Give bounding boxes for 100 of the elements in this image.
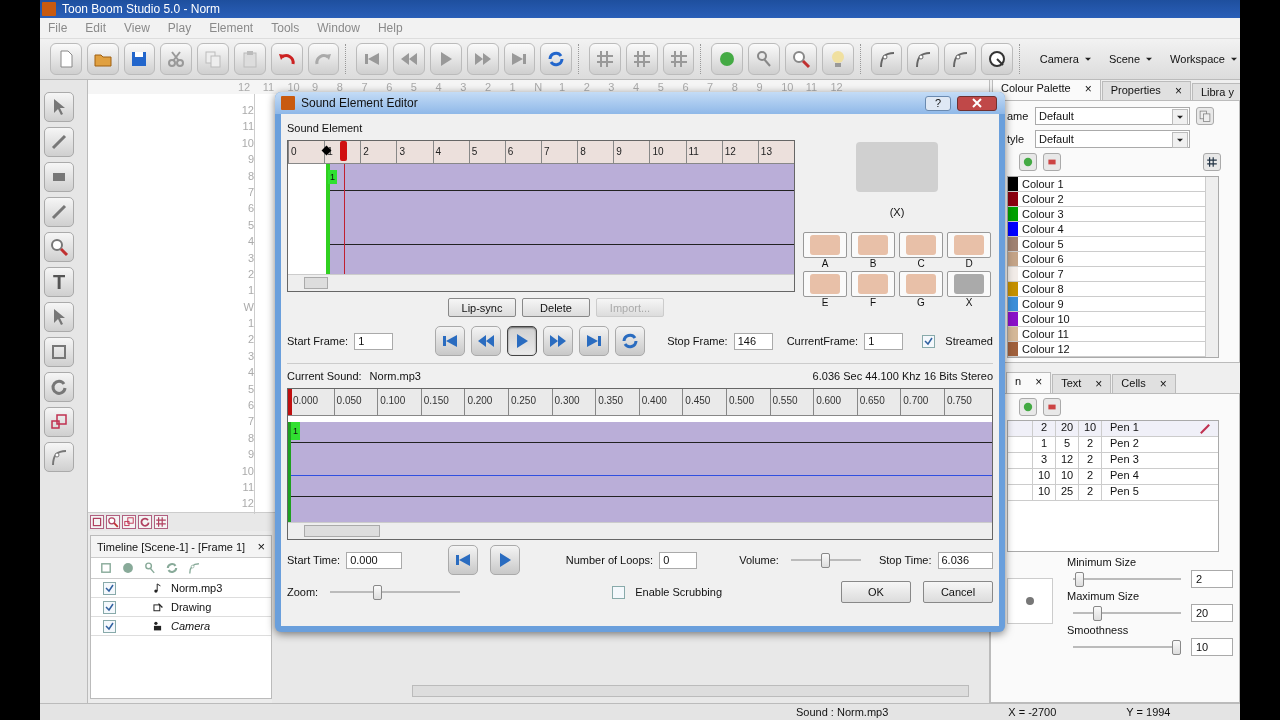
mouth-shape-button[interactable] bbox=[947, 271, 991, 297]
tool-button[interactable] bbox=[44, 197, 74, 227]
colour-item[interactable]: Colour 10 bbox=[1008, 312, 1205, 327]
input-field[interactable]: 1 bbox=[354, 332, 394, 350]
mouth-shape-button[interactable] bbox=[851, 271, 895, 297]
view-button[interactable] bbox=[90, 515, 104, 529]
transport-button[interactable] bbox=[507, 326, 538, 356]
tool-button[interactable] bbox=[44, 127, 74, 157]
mouth-shape-button[interactable] bbox=[803, 271, 847, 297]
layer-row[interactable]: Drawing bbox=[91, 598, 271, 617]
remove-button[interactable] bbox=[1043, 153, 1061, 171]
panel-tab[interactable]: Libra y bbox=[1191, 83, 1240, 100]
mouth-shape-button[interactable] bbox=[851, 232, 895, 258]
colour-item[interactable]: Colour 2 bbox=[1008, 192, 1205, 207]
colour-item[interactable]: Colour 5 bbox=[1008, 237, 1205, 252]
pen-row[interactable]: 3 12 2 Pen 3 bbox=[1008, 453, 1218, 469]
slider-thumb[interactable] bbox=[1172, 639, 1181, 655]
keyframe-marker[interactable]: 1 bbox=[291, 422, 300, 440]
view-button[interactable] bbox=[106, 515, 120, 529]
view-button[interactable] bbox=[154, 515, 168, 529]
add-button[interactable] bbox=[1019, 398, 1037, 416]
tool-button[interactable] bbox=[44, 442, 74, 472]
colour-item[interactable]: Colour 7 bbox=[1008, 267, 1205, 282]
pen-row[interactable]: 10 10 2 Pen 4 bbox=[1008, 469, 1218, 485]
remove-button[interactable] bbox=[1043, 398, 1061, 416]
dialog-button[interactable]: Delete bbox=[522, 298, 590, 317]
slider-thumb[interactable] bbox=[1092, 605, 1102, 621]
tool-button[interactable] bbox=[44, 232, 74, 262]
colour-item[interactable]: Colour 11 bbox=[1008, 327, 1205, 342]
colour-item[interactable]: Colour 4 bbox=[1008, 222, 1205, 237]
input-field[interactable]: 6.036 bbox=[937, 551, 993, 569]
colour-item[interactable]: Colour 12 bbox=[1008, 342, 1205, 357]
panel-tab[interactable]: n × bbox=[1006, 372, 1052, 393]
close-button[interactable]: × bbox=[257, 539, 265, 554]
scrollbar[interactable] bbox=[1205, 177, 1218, 357]
tool-button[interactable] bbox=[44, 407, 74, 437]
close-button[interactable] bbox=[957, 95, 997, 111]
colour-item[interactable]: Colour 1 bbox=[1008, 177, 1205, 192]
panel-tab[interactable]: Colour Palette × bbox=[992, 79, 1101, 100]
input-field[interactable]: 0 bbox=[659, 551, 698, 569]
input-field[interactable]: 1 bbox=[864, 332, 904, 350]
style-dropdown[interactable]: Default bbox=[1035, 130, 1190, 148]
tool-button[interactable] bbox=[44, 302, 74, 332]
mouth-shape-button[interactable] bbox=[803, 232, 847, 258]
transport-button[interactable] bbox=[471, 326, 502, 356]
add-button[interactable] bbox=[1019, 153, 1037, 171]
pen-row[interactable]: 10 25 2 Pen 5 bbox=[1008, 485, 1218, 501]
colour-item[interactable]: Colour 3 bbox=[1008, 207, 1205, 222]
pen-row[interactable]: 2 20 10 Pen 1 bbox=[1008, 421, 1218, 437]
tool-button[interactable] bbox=[44, 162, 74, 192]
colour-item[interactable]: Colour 6 bbox=[1008, 252, 1205, 267]
transport-button[interactable] bbox=[435, 326, 466, 356]
transport-button[interactable] bbox=[447, 545, 478, 575]
panel-tab[interactable]: Properties × bbox=[1101, 81, 1191, 100]
tool-button[interactable] bbox=[44, 372, 74, 402]
input-field[interactable]: 10 bbox=[1191, 638, 1233, 656]
help-button[interactable]: ? bbox=[925, 95, 951, 111]
grid-button[interactable] bbox=[1203, 153, 1221, 171]
palette-button[interactable] bbox=[1196, 107, 1214, 125]
toolbar-menu[interactable]: Workspace bbox=[1170, 53, 1240, 65]
input-field[interactable]: 2 bbox=[1191, 570, 1233, 588]
input-field[interactable]: 146 bbox=[733, 332, 773, 350]
toolbar-button[interactable] bbox=[981, 43, 1013, 75]
layer-row[interactable]: Norm.mp3 bbox=[91, 579, 271, 598]
mouth-shape-button[interactable] bbox=[899, 271, 943, 297]
transport-button[interactable] bbox=[489, 545, 520, 575]
pen-row[interactable]: 1 5 2 Pen 2 bbox=[1008, 437, 1218, 453]
scrollbar[interactable] bbox=[288, 522, 992, 539]
tool-button[interactable] bbox=[44, 92, 74, 122]
checkbox[interactable] bbox=[103, 581, 116, 595]
checkbox[interactable] bbox=[612, 585, 626, 599]
text-tool-button[interactable]: T bbox=[44, 267, 74, 297]
toolbar-menu[interactable]: Camera bbox=[1039, 53, 1094, 65]
scrollbar[interactable] bbox=[288, 274, 794, 291]
checkbox[interactable] bbox=[103, 619, 116, 633]
slider-thumb[interactable] bbox=[1074, 571, 1084, 587]
layer-row[interactable]: Camera bbox=[91, 617, 271, 636]
colour-item[interactable]: Colour 9 bbox=[1008, 297, 1205, 312]
panel-tab[interactable]: Cells × bbox=[1112, 374, 1176, 393]
ok-button[interactable]: OK bbox=[841, 581, 911, 603]
checkbox[interactable] bbox=[103, 600, 116, 614]
colour-item[interactable]: Colour 8 bbox=[1008, 282, 1205, 297]
palette-dropdown[interactable]: Default bbox=[1035, 107, 1190, 125]
mouth-shape-button[interactable] bbox=[947, 232, 991, 258]
input-field[interactable]: 0.000 bbox=[346, 551, 402, 569]
transport-button[interactable] bbox=[543, 326, 574, 356]
tool-button[interactable] bbox=[44, 337, 74, 367]
panel-tab[interactable]: Text × bbox=[1052, 374, 1112, 393]
slider-thumb[interactable] bbox=[821, 552, 831, 568]
input-field[interactable]: 20 bbox=[1191, 604, 1233, 622]
cancel-button[interactable]: Cancel bbox=[923, 581, 993, 603]
checkbox[interactable] bbox=[922, 334, 936, 348]
transport-button[interactable] bbox=[615, 326, 646, 356]
dialog-button[interactable]: Lip-sync bbox=[448, 298, 516, 317]
toolbar-menu[interactable]: Scene bbox=[1108, 53, 1156, 65]
view-button[interactable] bbox=[138, 515, 152, 529]
view-button[interactable] bbox=[122, 515, 136, 529]
scrollbar[interactable] bbox=[412, 685, 969, 697]
slider-thumb[interactable] bbox=[372, 584, 382, 600]
keyframe-marker[interactable]: 1 bbox=[328, 170, 337, 184]
